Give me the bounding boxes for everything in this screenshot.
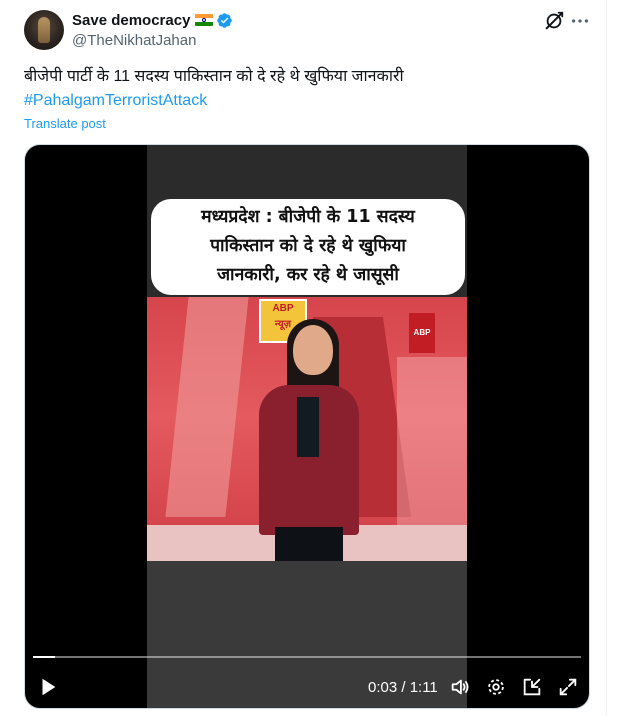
fullscreen-icon[interactable]: [557, 675, 579, 699]
more-icon[interactable]: [569, 10, 591, 32]
pip-icon[interactable]: [521, 675, 543, 699]
video-progress-fill: [33, 656, 55, 658]
india-flag-icon: [195, 14, 214, 26]
caption-line-2: पाकिस्तान को दे रहे थे खुफिया: [210, 236, 406, 256]
play-icon[interactable]: [37, 675, 59, 699]
video-scene: ABP न्यूज़ ABP: [147, 297, 467, 561]
tweet-text: बीजेपी पार्टी के 11 सदस्य पाकिस्तान को द…: [24, 68, 404, 85]
video-progress-bar[interactable]: [33, 656, 581, 658]
gear-icon[interactable]: [485, 675, 507, 699]
volume-icon[interactable]: [449, 675, 471, 699]
translate-post-link[interactable]: Translate post: [24, 116, 106, 131]
author-row: Save democracy: [72, 11, 233, 29]
tweet-card: Save democracy @TheNikhatJahan बीजेपी पा…: [0, 0, 607, 716]
video-caption: मध्यप्रदेश : बीजेपी के 11 सदस्य पाकिस्ता…: [151, 199, 465, 295]
author-handle[interactable]: @TheNikhatJahan: [72, 32, 196, 49]
video-player[interactable]: मध्यप्रदेश : बीजेपी के 11 सदस्य पाकिस्ता…: [24, 144, 590, 709]
author-display-name[interactable]: Save democracy: [72, 12, 190, 29]
caption-line-1: मध्यप्रदेश : बीजेपी के 11 सदस्य: [201, 207, 415, 227]
channel-watermark: ABP: [409, 313, 435, 353]
video-frame: मध्यप्रदेश : बीजेपी के 11 सदस्य पाकिस्ता…: [147, 145, 467, 708]
video-time: 0:03 / 1:11: [368, 679, 438, 696]
hashtag-link[interactable]: #PahalgamTerroristAttack: [24, 89, 207, 113]
verified-badge-icon: [217, 12, 233, 28]
avatar[interactable]: [24, 10, 64, 50]
caption-line-3: जानकारी, कर रहे थे जासूसी: [217, 265, 399, 285]
grok-icon[interactable]: [543, 10, 565, 32]
